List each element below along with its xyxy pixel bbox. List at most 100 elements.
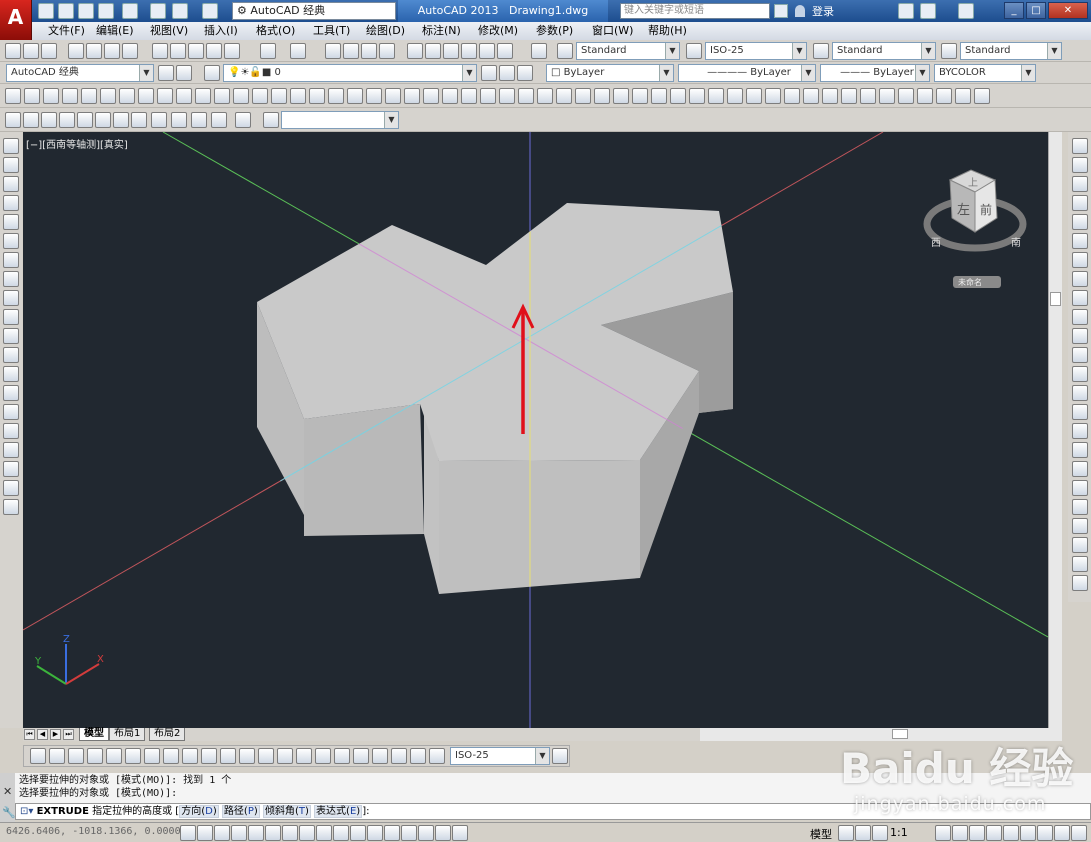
drafting-setting-16-icon[interactable] bbox=[435, 825, 451, 841]
drafting-setting-2-icon[interactable] bbox=[197, 825, 213, 841]
modify-tool-12-icon[interactable] bbox=[1072, 347, 1088, 363]
modeling-tool-4-icon[interactable] bbox=[62, 88, 78, 104]
modeling-tool-33-icon[interactable] bbox=[613, 88, 629, 104]
save-icon[interactable] bbox=[41, 43, 57, 59]
drafting-setting-6-icon[interactable] bbox=[265, 825, 281, 841]
modeling-tool-3-icon[interactable] bbox=[43, 88, 59, 104]
ucs-tool-1-icon[interactable] bbox=[5, 112, 21, 128]
drafting-setting-8-icon[interactable] bbox=[299, 825, 315, 841]
draw-tool-4-icon[interactable] bbox=[3, 195, 19, 211]
vertical-scroll-thumb[interactable] bbox=[1050, 292, 1061, 306]
draw-tool-14-icon[interactable] bbox=[3, 385, 19, 401]
qnew-icon[interactable] bbox=[5, 43, 21, 59]
model-space-button[interactable]: 模型 bbox=[810, 826, 832, 842]
modify-tool-18-icon[interactable] bbox=[1072, 461, 1088, 477]
ucs-tool-6-icon[interactable] bbox=[95, 112, 111, 128]
menu-view[interactable]: 视图(V) bbox=[146, 23, 192, 39]
draw-tool-2-icon[interactable] bbox=[3, 157, 19, 173]
modeling-tool-37-icon[interactable] bbox=[689, 88, 705, 104]
modeling-tool-39-icon[interactable] bbox=[727, 88, 743, 104]
modify-tool-10-icon[interactable] bbox=[1072, 309, 1088, 325]
ucs-tool-9-icon[interactable] bbox=[151, 112, 167, 128]
text-style-dropdown[interactable]: Standard ▼ bbox=[576, 42, 680, 60]
layer-previous-icon[interactable] bbox=[499, 65, 515, 81]
dimension-tool-12-icon[interactable] bbox=[239, 748, 255, 764]
annotation-scale[interactable]: 1:1 bbox=[890, 826, 908, 839]
modeling-tool-32-icon[interactable] bbox=[594, 88, 610, 104]
open-file-icon[interactable] bbox=[58, 3, 74, 19]
named-views-dropdown[interactable]: ▼ bbox=[281, 111, 399, 129]
modeling-tool-13-icon[interactable] bbox=[233, 88, 249, 104]
option-direction[interactable]: 方向(D) bbox=[179, 805, 219, 818]
cut-icon[interactable] bbox=[152, 43, 168, 59]
horizontal-scrollbar[interactable] bbox=[700, 728, 1062, 741]
viewport-controls-label[interactable]: [−][西南等轴测][真实] bbox=[26, 136, 128, 151]
modeling-tool-6-icon[interactable] bbox=[100, 88, 116, 104]
modify-tool-6-icon[interactable] bbox=[1072, 233, 1088, 249]
match-properties-icon[interactable] bbox=[206, 43, 222, 59]
dim-style-dropdown[interactable]: ISO-25 ▼ bbox=[705, 42, 807, 60]
modeling-tool-30-icon[interactable] bbox=[556, 88, 572, 104]
ucs-tool-2-icon[interactable] bbox=[23, 112, 39, 128]
modify-tool-11-icon[interactable] bbox=[1072, 328, 1088, 344]
modeling-tool-15-icon[interactable] bbox=[271, 88, 287, 104]
modify-tool-9-icon[interactable] bbox=[1072, 290, 1088, 306]
draw-tool-9-icon[interactable] bbox=[3, 290, 19, 306]
quickcalc-icon[interactable] bbox=[497, 43, 513, 59]
layer-properties-icon[interactable] bbox=[204, 65, 220, 81]
drafting-setting-17-icon[interactable] bbox=[452, 825, 468, 841]
draw-tool-20-icon[interactable] bbox=[3, 499, 19, 515]
modeling-tool-51-icon[interactable] bbox=[955, 88, 971, 104]
table-style-icon[interactable] bbox=[813, 43, 829, 59]
tab-layout1[interactable]: 布局1 bbox=[109, 728, 146, 741]
modeling-tool-52-icon[interactable] bbox=[974, 88, 990, 104]
menu-format[interactable]: 格式(O) bbox=[252, 23, 299, 39]
modeling-tool-16-icon[interactable] bbox=[290, 88, 306, 104]
lineweight-dropdown[interactable]: ——— ByLayer ▼ bbox=[820, 64, 930, 82]
modeling-tool-8-icon[interactable] bbox=[138, 88, 154, 104]
dimension-tool-9-icon[interactable] bbox=[182, 748, 198, 764]
help-icon[interactable] bbox=[531, 43, 547, 59]
ucs-tool-13-icon[interactable] bbox=[235, 112, 251, 128]
customize-icon[interactable] bbox=[176, 65, 192, 81]
drafting-setting-5-icon[interactable] bbox=[248, 825, 264, 841]
modeling-tool-5-icon[interactable] bbox=[81, 88, 97, 104]
modify-tool-5-icon[interactable] bbox=[1072, 214, 1088, 230]
modify-tool-14-icon[interactable] bbox=[1072, 385, 1088, 401]
minimize-button[interactable]: _ bbox=[1004, 2, 1024, 19]
ucs-tool-7-icon[interactable] bbox=[113, 112, 129, 128]
view-tool-2-icon[interactable] bbox=[855, 825, 871, 841]
ucs-tool-3-icon[interactable] bbox=[41, 112, 57, 128]
option-taper-angle[interactable]: 倾斜角(T) bbox=[262, 805, 311, 818]
modify-tool-4-icon[interactable] bbox=[1072, 195, 1088, 211]
modify-tool-13-icon[interactable] bbox=[1072, 366, 1088, 382]
modify-tool-2-icon[interactable] bbox=[1072, 157, 1088, 173]
modeling-tool-25-icon[interactable] bbox=[461, 88, 477, 104]
draw-tool-18-icon[interactable] bbox=[3, 461, 19, 477]
dimension-style-dropdown[interactable]: ISO-25 ▼ bbox=[450, 747, 550, 765]
status-tool-2-icon[interactable] bbox=[952, 825, 968, 841]
modify-tool-22-icon[interactable] bbox=[1072, 537, 1088, 553]
ucs-tool-12-icon[interactable] bbox=[211, 112, 227, 128]
drafting-setting-4-icon[interactable] bbox=[231, 825, 247, 841]
modeling-tool-11-icon[interactable] bbox=[195, 88, 211, 104]
drawing-viewport[interactable]: Z Y X 上 左 前 西 南 未命名 [−][西南等轴测][真实] bbox=[23, 132, 1048, 728]
modeling-tool-9-icon[interactable] bbox=[157, 88, 173, 104]
dimension-tool-21-icon[interactable] bbox=[410, 748, 426, 764]
draw-tool-15-icon[interactable] bbox=[3, 404, 19, 420]
paste-icon[interactable] bbox=[188, 43, 204, 59]
save-icon[interactable] bbox=[78, 3, 94, 19]
help-icon[interactable] bbox=[958, 3, 974, 19]
modeling-tool-45-icon[interactable] bbox=[841, 88, 857, 104]
modify-tool-8-icon[interactable] bbox=[1072, 271, 1088, 287]
modeling-tool-14-icon[interactable] bbox=[252, 88, 268, 104]
zoom-window-icon[interactable] bbox=[361, 43, 377, 59]
modify-tool-3-icon[interactable] bbox=[1072, 176, 1088, 192]
copy-icon[interactable] bbox=[170, 43, 186, 59]
modeling-tool-1-icon[interactable] bbox=[5, 88, 21, 104]
drafting-setting-3-icon[interactable] bbox=[214, 825, 230, 841]
modeling-tool-24-icon[interactable] bbox=[442, 88, 458, 104]
dimension-tool-15-icon[interactable] bbox=[296, 748, 312, 764]
dimension-tool-3-icon[interactable] bbox=[68, 748, 84, 764]
tab-model[interactable]: 模型 bbox=[79, 728, 109, 741]
